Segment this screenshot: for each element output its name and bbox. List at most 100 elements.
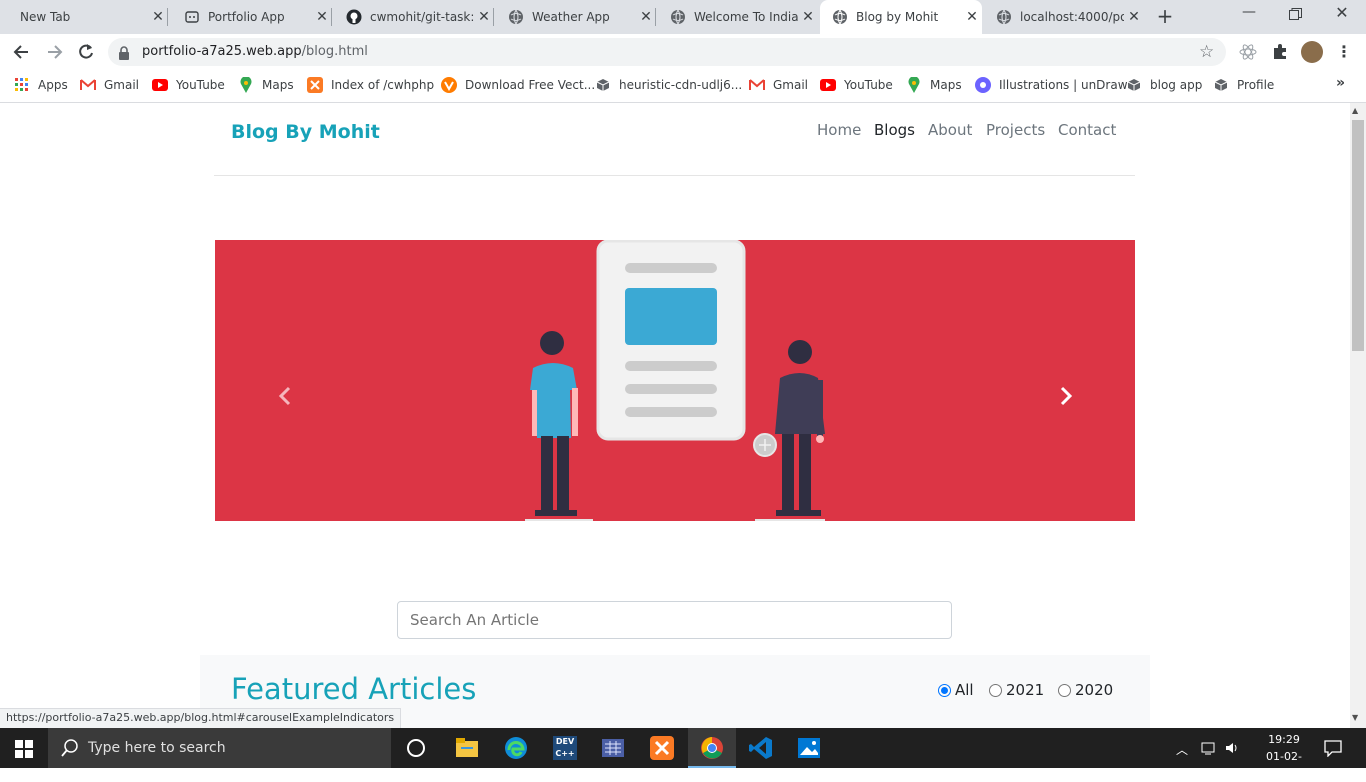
close-icon[interactable]: ✕ <box>962 9 982 25</box>
nav-home[interactable]: Home <box>817 121 861 139</box>
menu-dots-icon[interactable]: ⋮ <box>1336 42 1352 61</box>
app-grid-icon[interactable] <box>601 736 625 760</box>
close-icon[interactable]: ✕ <box>798 9 818 25</box>
tray-chevron-icon[interactable]: ︿ <box>1176 741 1188 758</box>
search-icon <box>60 738 80 758</box>
bookmark-profile[interactable]: Profile <box>1213 76 1274 94</box>
filter-label: All <box>955 681 974 699</box>
file-explorer-icon[interactable] <box>456 738 478 758</box>
maps-pin-icon <box>906 77 922 93</box>
undraw-icon <box>975 77 991 93</box>
globe-icon <box>670 9 686 25</box>
nav-blogs[interactable]: Blogs <box>874 121 915 139</box>
gmail-icon <box>80 77 96 93</box>
restore-icon[interactable] <box>1288 6 1304 20</box>
close-icon[interactable]: ✕ <box>312 9 332 25</box>
tab-new-tab[interactable]: New Tab ✕ <box>8 0 168 34</box>
extensions-puzzle-icon[interactable] <box>1270 42 1290 62</box>
minimize-icon[interactable]: — <box>1238 4 1260 26</box>
close-icon[interactable]: ✕ <box>474 9 494 25</box>
taskbar-clock[interactable]: 19:29 01-02-2021 <box>1254 731 1314 782</box>
tray-network-icon[interactable] <box>1200 740 1216 756</box>
close-icon[interactable]: ✕ <box>148 9 168 25</box>
tab-welcome-indian[interactable]: Welcome To Indiar ✕ <box>658 0 818 34</box>
maps-pin-icon <box>238 77 254 93</box>
tab-title: New Tab <box>20 10 71 24</box>
carousel-prev-icon[interactable] <box>274 384 296 408</box>
tab-github[interactable]: cwmohit/git-task: ✕ <box>334 0 494 34</box>
tab-localhost[interactable]: localhost:4000/por ✕ <box>984 0 1144 34</box>
bookmark-youtube[interactable]: YouTube <box>152 76 225 94</box>
scrollbar-thumb[interactable] <box>1352 120 1364 351</box>
bookmark-youtube-2[interactable]: YouTube <box>820 76 893 94</box>
profile-avatar[interactable] <box>1301 41 1323 63</box>
scroll-up-icon[interactable]: ▲ <box>1352 106 1358 115</box>
bookmark-apps[interactable]: Apps <box>14 76 68 94</box>
filter-2021[interactable]: 2021 <box>989 681 1044 699</box>
youtube-icon <box>152 77 168 93</box>
new-tab-button[interactable]: + <box>1154 6 1176 28</box>
featured-title: Featured Articles <box>231 672 477 706</box>
notification-icon[interactable] <box>1324 739 1342 758</box>
nav-contact[interactable]: Contact <box>1058 121 1116 139</box>
portfolio-icon <box>184 9 200 25</box>
bookmark-maps-2[interactable]: Maps <box>906 76 962 94</box>
url-path: /blog.html <box>301 44 368 59</box>
globe-icon <box>508 9 524 25</box>
reload-icon[interactable] <box>76 42 96 62</box>
tab-title: Weather App <box>532 10 610 24</box>
nav-projects[interactable]: Projects <box>986 121 1045 139</box>
bookmark-gmail-2[interactable]: Gmail <box>749 76 808 94</box>
dev-app-icon[interactable]: DEV C++ <box>553 736 577 760</box>
filter-all[interactable]: All <box>938 681 974 699</box>
bookmark-label: YouTube <box>844 78 893 92</box>
nav-about[interactable]: About <box>928 121 972 139</box>
bookmark-index-cwhphp[interactable]: Index of /cwhphp <box>307 76 434 94</box>
article-search-input[interactable] <box>397 601 952 639</box>
bookmark-undraw[interactable]: Illustrations | unDraw <box>975 76 1128 94</box>
volume-icon[interactable] <box>1224 740 1240 756</box>
vecteezy-icon <box>441 77 457 93</box>
bookmark-label: Maps <box>262 78 294 92</box>
tab-blog-by-mohit[interactable]: Blog by Mohit ✕ <box>820 0 982 34</box>
url-domain: portfolio-a7a25.web.app <box>142 44 302 59</box>
bookmark-gmail[interactable]: Gmail <box>80 76 139 94</box>
bookmark-vecteezy[interactable]: Download Free Vect... <box>441 76 595 94</box>
url-text[interactable]: portfolio-a7a25.web.app/blog.html <box>142 44 368 59</box>
site-brand[interactable]: Blog By Mohit <box>231 121 380 143</box>
radio-unchecked-icon[interactable] <box>1058 683 1071 697</box>
bookmark-heuristic[interactable]: heuristic-cdn-udlj6... <box>595 76 742 94</box>
radio-unchecked-icon[interactable] <box>989 683 1002 697</box>
close-icon[interactable]: ✕ <box>636 9 656 25</box>
gmail-icon <box>749 77 765 93</box>
bookmark-label: blog app <box>1150 78 1203 92</box>
bookmarks-overflow-icon[interactable]: » <box>1336 75 1345 91</box>
close-icon[interactable]: ✕ <box>1124 9 1144 25</box>
extension-react-icon[interactable] <box>1238 42 1258 62</box>
scroll-down-icon[interactable]: ▼ <box>1352 713 1358 722</box>
tab-title: Portfolio App <box>208 10 285 24</box>
forward-icon[interactable] <box>44 42 64 62</box>
chrome-icon <box>700 736 724 760</box>
filter-label: 2020 <box>1075 681 1114 699</box>
tab-weather-app[interactable]: Weather App ✕ <box>496 0 656 34</box>
filter-2020[interactable]: 2020 <box>1058 681 1113 699</box>
lock-icon[interactable] <box>118 45 130 60</box>
carousel-next-icon[interactable] <box>1055 384 1077 408</box>
xampp-taskbar-icon[interactable] <box>650 736 674 760</box>
bookmark-blog-app[interactable]: blog app <box>1126 76 1202 94</box>
edge-icon[interactable] <box>504 736 528 760</box>
vscode-icon[interactable] <box>749 736 773 760</box>
radio-checked-icon[interactable] <box>938 683 951 697</box>
blog-carousel[interactable] <box>215 240 1135 521</box>
back-icon[interactable] <box>12 42 32 62</box>
windows-start-icon[interactable] <box>15 740 33 758</box>
tab-portfolio-app[interactable]: Portfolio App ✕ <box>172 0 332 34</box>
filter-label: 2021 <box>1006 681 1045 699</box>
tab-title: Welcome To Indiar <box>694 10 798 24</box>
cortana-icon[interactable] <box>407 739 425 757</box>
photos-icon[interactable] <box>797 736 821 760</box>
close-window-icon[interactable]: ✕ <box>1332 3 1352 25</box>
bookmark-star-icon[interactable]: ☆ <box>1199 42 1214 62</box>
bookmark-maps[interactable]: Maps <box>238 76 294 94</box>
